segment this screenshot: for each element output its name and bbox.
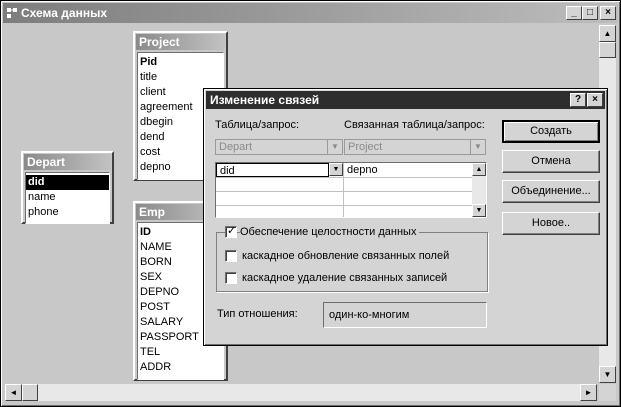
check-icon: ✓ <box>227 225 237 237</box>
cancel-button[interactable]: Отмена <box>502 150 600 173</box>
field-item[interactable]: Pid <box>138 55 223 70</box>
chevron-down-icon: ▼ <box>327 140 342 154</box>
table-query-label: Таблица/запрос: <box>215 119 300 131</box>
close-button[interactable]: × <box>600 6 616 20</box>
horizontal-scrollbar[interactable]: ◄ ► <box>5 384 597 401</box>
join-type-button[interactable]: Объединение... <box>502 180 600 203</box>
field-mapping-grid[interactable]: did ▼ depno ▲ ▼ <box>215 162 487 218</box>
data-schema-window: Схема данных _ □ × Project Pid title cli… <box>0 0 621 407</box>
related-table-label: Связанная таблица/запрос: <box>344 119 485 131</box>
minimize-button[interactable]: _ <box>566 6 582 20</box>
chevron-down-icon: ▼ <box>470 140 485 154</box>
schema-window-icon[interactable] <box>7 7 17 19</box>
related-table-select: Project ▼ <box>344 139 486 155</box>
table-depart[interactable]: Depart did name phone <box>21 151 114 224</box>
field-item[interactable]: name <box>26 190 109 205</box>
create-button[interactable]: Создать <box>502 120 600 143</box>
field-item[interactable]: phone <box>26 205 109 220</box>
grid-scroll-down-button[interactable]: ▼ <box>472 204 486 217</box>
maximize-button[interactable]: □ <box>582 6 598 20</box>
field-item[interactable]: ADDR <box>138 360 223 375</box>
cascade-delete-label[interactable]: каскадное удаление связанных записей <box>242 272 447 284</box>
field-item[interactable]: title <box>138 70 223 85</box>
cascade-update-checkbox[interactable] <box>225 250 237 262</box>
related-table-select-value: Project <box>348 141 383 153</box>
window-title: Схема данных <box>21 6 107 20</box>
edit-relationships-dialog: Изменение связей ? × Таблица/запрос: Свя… <box>203 88 608 346</box>
window-titlebar[interactable]: Схема данных _ □ × <box>3 3 618 23</box>
dialog-title: Изменение связей <box>210 93 320 107</box>
scroll-left-button[interactable]: ◄ <box>5 384 22 401</box>
field-right-cell[interactable]: depno <box>344 163 472 177</box>
vertical-scroll-thumb[interactable] <box>599 42 616 58</box>
size-grip[interactable] <box>599 384 616 401</box>
field-item[interactable]: TEL <box>138 345 223 360</box>
new-button[interactable]: Новое.. <box>502 212 600 235</box>
table-select: Depart ▼ <box>215 139 343 155</box>
horizontal-scroll-thumb[interactable] <box>22 384 38 401</box>
relation-type-label: Тип отношения: <box>217 308 298 320</box>
grid-scroll-up-button[interactable]: ▲ <box>472 163 486 176</box>
scroll-down-button[interactable]: ▼ <box>599 366 616 383</box>
help-button[interactable]: ? <box>570 93 586 107</box>
field-list[interactable]: did name phone <box>25 172 110 224</box>
table-select-value: Depart <box>219 141 253 153</box>
field-left-cell[interactable]: did <box>216 163 329 177</box>
scroll-up-button[interactable]: ▲ <box>599 25 616 42</box>
cascade-update-label[interactable]: каскадное обновление связанных полей <box>242 250 449 262</box>
table-title[interactable]: Project <box>136 34 225 50</box>
dialog-close-button[interactable]: × <box>587 93 603 107</box>
dialog-titlebar[interactable]: Изменение связей ? × <box>206 91 605 109</box>
scroll-right-button[interactable]: ► <box>580 384 597 401</box>
integrity-label[interactable]: Обеспечение целостности данных <box>240 226 420 238</box>
field-left-dropdown-icon[interactable]: ▼ <box>329 163 343 176</box>
cascade-delete-checkbox[interactable] <box>225 272 237 284</box>
grid-scrollbar[interactable]: ▲ ▼ <box>472 163 486 217</box>
integrity-checkbox[interactable]: ✓ <box>225 225 237 238</box>
field-item-selected[interactable]: did <box>26 175 109 190</box>
relation-type-value: один-ко-многим <box>323 302 487 328</box>
table-title[interactable]: Depart <box>24 154 111 170</box>
